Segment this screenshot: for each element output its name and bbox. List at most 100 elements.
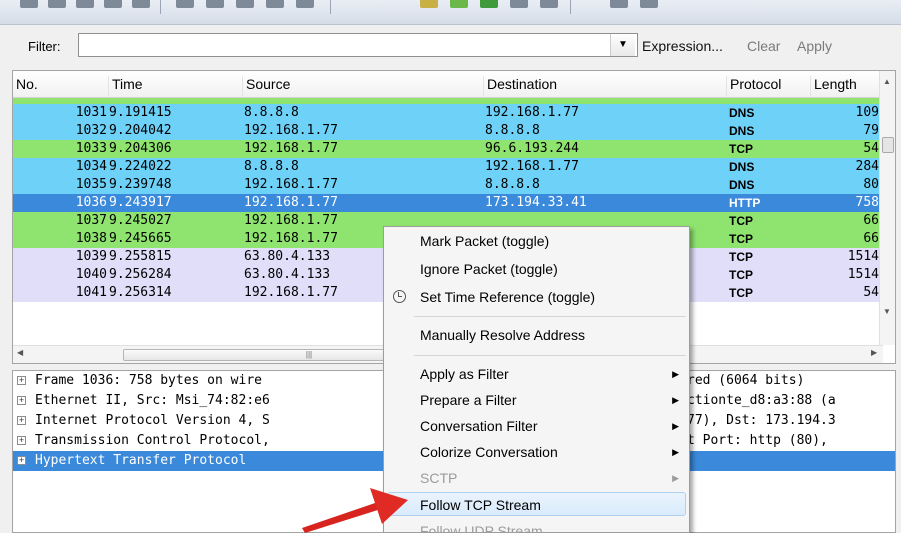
menu-conversation-filter[interactable]: Conversation Filter ▶ [384,414,689,438]
packet-protocol: TCP [729,286,753,300]
save-icon[interactable] [48,0,66,8]
find-icon[interactable] [176,0,194,8]
column-header: No. Time Source Destination Protocol Len… [13,71,883,98]
menu-apply-as-filter[interactable]: Apply as Filter ▶ [384,362,689,386]
packet-source: 63.80.4.133 [244,267,331,282]
menu-mark-packet[interactable]: Mark Packet (toggle) [384,229,689,253]
packet-number: 1033 [75,141,107,156]
zoom-in-icon[interactable] [480,0,498,8]
filter-toolbar: Filter: ▼ Expression... Clear Apply [10,30,890,64]
packet-time: 9.239748 [109,177,172,192]
packet-source: 192.168.1.77 [244,123,338,138]
packet-protocol: TCP [729,142,753,156]
packet-number: 1032 [75,123,107,138]
toolbar-divider [330,0,331,14]
chevron-down-icon: ▼ [618,39,628,50]
menu-item-label: Follow UDP Stream [420,523,543,533]
scrollbar-thumb[interactable] [882,137,894,153]
colorize-icon[interactable] [420,0,438,8]
packet-number: 1031 [75,105,107,120]
packet-time: 9.243917 [109,195,172,210]
packet-row[interactable]: 1033 9.204306 192.168.1.77 96.6.193.244 TCP 5… [13,140,883,158]
packet-protocol: HTTP [729,196,761,210]
expand-icon[interactable]: + [17,456,26,465]
packet-row[interactable]: 1035 9.239748 192.168.1.77 8.8.8.8 DNS 80 [13,176,883,194]
autoscroll-icon[interactable] [450,0,468,8]
packet-row[interactable]: 1034 9.224022 8.8.8.8 192.168.1.77 DNS 284 [13,158,883,176]
packet-source: 63.80.4.133 [244,249,331,264]
apply-button[interactable]: Apply [797,38,832,54]
column-protocol[interactable]: Protocol [727,76,811,96]
packet-row[interactable]: 1032 9.204042 192.168.1.77 8.8.8.8 DNS 79 [13,122,883,140]
expand-icon[interactable]: + [17,436,26,445]
expand-icon[interactable]: + [17,396,26,405]
zoom-out-icon[interactable] [510,0,528,8]
forward-icon[interactable] [236,0,254,8]
menu-item-label: Apply as Filter [420,366,509,382]
print-icon[interactable] [132,0,150,8]
menu-item-label: Manually Resolve Address [420,327,585,343]
first-packet-icon[interactable] [296,0,314,8]
packet-length: 284 [855,159,879,174]
menu-set-time-reference[interactable]: Set Time Reference (toggle) [384,285,689,309]
column-no[interactable]: No. [13,76,109,96]
menu-item-label: Ignore Packet (toggle) [420,261,558,277]
menu-follow-tcp-stream[interactable]: Follow TCP Stream [387,492,686,516]
back-icon[interactable] [206,0,224,8]
filter-input[interactable] [78,33,638,57]
packet-number: 1038 [75,231,107,246]
close-icon[interactable] [76,0,94,8]
submenu-arrow-icon: ▶ [672,447,679,457]
main-toolbar [0,0,901,25]
packet-row[interactable]: 1031 9.191415 8.8.8.8 192.168.1.77 DNS 109 [13,104,883,122]
arrow-shaft [302,502,381,533]
toolbar-divider [570,0,571,14]
packet-destination: 8.8.8.8 [485,177,540,192]
packet-time: 9.224022 [109,159,172,174]
packet-list-vertical-scrollbar[interactable]: ▲ ▼ [879,71,895,345]
packet-length: 66 [863,231,879,246]
packet-time: 9.256284 [109,267,172,282]
column-length[interactable]: Length [811,76,883,96]
packet-protocol: DNS [729,124,755,138]
packet-destination: 173.194.33.41 [485,195,587,210]
menu-item-label: Set Time Reference (toggle) [420,289,596,305]
menu-prepare-filter[interactable]: Prepare a Filter ▶ [384,388,689,412]
packet-source: 192.168.1.77 [244,195,338,210]
submenu-arrow-icon: ▶ [672,369,679,379]
reload-icon[interactable] [104,0,122,8]
clear-button[interactable]: Clear [747,38,780,54]
expression-button[interactable]: Expression... [642,38,723,54]
packet-source: 192.168.1.77 [244,141,338,156]
menu-item-label: Mark Packet (toggle) [420,233,550,249]
column-time[interactable]: Time [109,76,243,96]
goto-icon[interactable] [266,0,284,8]
detail-text-overflow: red (6064 bits) [687,373,805,388]
scroll-down-icon[interactable]: ▼ [883,307,891,316]
resize-columns-icon[interactable] [610,0,628,8]
packet-row[interactable]: 1036 9.243917 192.168.1.77 173.194.33.41 HTT… [13,194,883,212]
scroll-left-icon[interactable]: ◀ [17,348,23,357]
submenu-arrow-icon: ▶ [672,473,679,483]
menu-colorize-conversation[interactable]: Colorize Conversation ▶ [384,440,689,464]
menu-ignore-packet[interactable]: Ignore Packet (toggle) [384,257,689,281]
normal-size-icon[interactable] [540,0,558,8]
open-icon[interactable] [20,0,38,8]
expand-icon[interactable]: + [17,416,26,425]
menu-resolve-address[interactable]: Manually Resolve Address [384,323,689,347]
packet-number: 1039 [75,249,107,264]
column-destination[interactable]: Destination [484,76,727,96]
packet-protocol: TCP [729,214,753,228]
filter-dropdown-button[interactable]: ▼ [610,34,635,56]
packet-number: 1034 [75,159,107,174]
column-source[interactable]: Source [243,76,484,96]
packet-time: 9.255815 [109,249,172,264]
scroll-up-icon[interactable]: ▲ [883,77,891,86]
expand-icon[interactable]: + [17,376,26,385]
menu-sctp: SCTP ▶ [384,466,689,490]
scroll-right-icon[interactable]: ▶ [871,348,877,357]
packet-destination: 192.168.1.77 [485,105,579,120]
packet-number: 1036 [75,195,107,210]
toolbar-divider [160,0,161,14]
capture-filters-icon[interactable] [640,0,658,8]
